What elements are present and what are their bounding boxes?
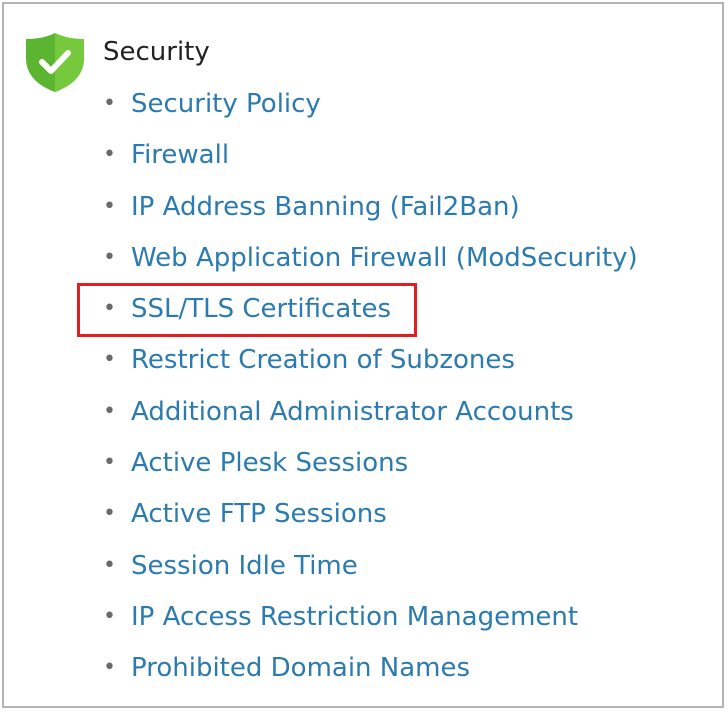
bullet: • [103,501,116,527]
security-panel: Security • Security Policy • Firewall • … [2,2,724,708]
link-additional-administrator-accounts[interactable]: Additional Administrator Accounts [131,392,574,432]
link-web-application-firewall[interactable]: Web Application Firewall (ModSecurity) [131,238,638,278]
link-prohibited-domain-names[interactable]: Prohibited Domain Names [131,648,470,688]
link-restrict-creation-of-subzones[interactable]: Restrict Creation of Subzones [131,340,515,380]
bullet: • [103,347,116,373]
bullet: • [103,398,116,424]
link-active-ftp-sessions[interactable]: Active FTP Sessions [131,494,387,534]
bullet: • [103,296,116,322]
link-ssl-tls-certificates[interactable]: SSL/TLS Certificates [131,289,391,329]
link-security-policy[interactable]: Security Policy [131,84,321,124]
bullet: • [103,655,116,681]
bullet: • [103,193,116,219]
link-ip-address-banning[interactable]: IP Address Banning (Fail2Ban) [131,187,520,227]
bullet: • [103,244,116,270]
bullet: • [103,91,116,116]
link-firewall[interactable]: Firewall [131,135,229,175]
shield-check-icon [23,30,87,94]
link-session-idle-time[interactable]: Session Idle Time [131,546,358,586]
link-ip-access-restriction-management[interactable]: IP Access Restriction Management [131,597,578,637]
bullet: • [103,552,116,578]
bullet: • [103,142,116,168]
link-active-plesk-sessions[interactable]: Active Plesk Sessions [131,443,408,483]
bullet: • [103,450,116,476]
bullet: • [103,603,116,629]
section-title: Security [103,37,210,67]
